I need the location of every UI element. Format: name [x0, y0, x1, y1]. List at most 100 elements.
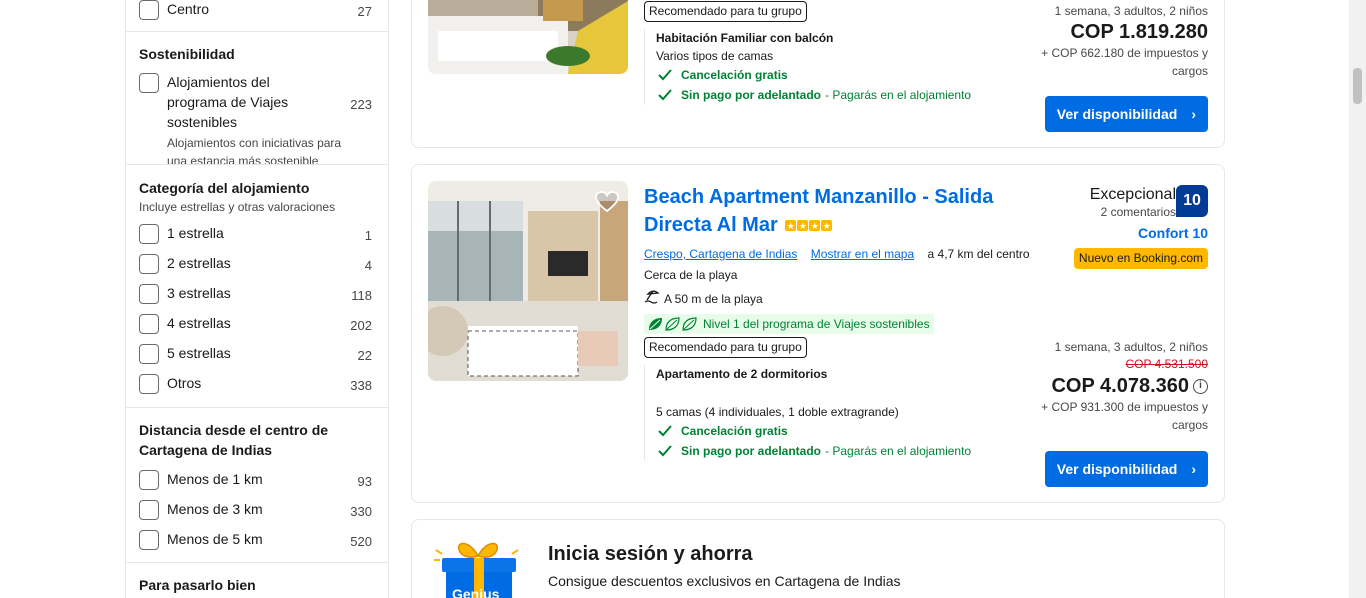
filter-option-label: Menos de 1 km [167, 471, 263, 487]
star-icon: ★ [785, 220, 797, 232]
review-score[interactable]: 10 [1176, 185, 1208, 217]
filter-option-count: 118 [351, 288, 372, 303]
checkbox[interactable] [139, 0, 159, 20]
star-icon: ★ [821, 220, 833, 232]
checkbox[interactable] [139, 73, 159, 93]
property-card-2: Beach Apartment Manzanillo - Salida Dire… [411, 164, 1225, 503]
filter-option-distance-5km[interactable]: Menos de 5 km 520 [139, 529, 372, 559]
perk-free-cancellation: Cancelación gratis [656, 65, 1004, 85]
chevron-right-icon: › [1191, 461, 1196, 477]
filter-option-count: 1 [364, 228, 372, 243]
perk-text: Cancelación gratis [681, 68, 788, 82]
bedroom-photo [428, 0, 628, 74]
wishlist-heart-icon[interactable] [594, 189, 620, 215]
filter-option-2-stars[interactable]: 2 estrellas 4 [139, 253, 372, 283]
filter-option-count: 27 [357, 4, 372, 19]
perk-text: Cancelación gratis [681, 424, 788, 438]
filter-option-count: 338 [350, 378, 372, 393]
genius-signin-banner[interactable]: Genius Inicia sesión y ahorra Consigue d… [411, 519, 1225, 598]
location-link[interactable]: Crespo, Cartagena de Indias [644, 247, 797, 261]
filter-option-count: 223 [350, 97, 372, 112]
recommended-badge: Recomendado para tu grupo [644, 1, 807, 22]
review-summary[interactable]: Excepcional 2 comentarios [1090, 185, 1176, 219]
sustainable-text: Nivel 1 del programa de Viajes sostenibl… [703, 317, 930, 331]
property-photo[interactable] [428, 0, 628, 74]
review-word: Excepcional [1089, 186, 1176, 203]
stay-details: 1 semana, 3 adultos, 2 niños [1054, 340, 1208, 354]
checkbox[interactable] [139, 224, 159, 244]
filter-group-title: Para pasarlo bien [139, 577, 256, 593]
filter-option-label: Centro [167, 1, 210, 17]
checkmark-icon [658, 445, 672, 457]
checkbox[interactable] [139, 374, 159, 394]
room-beds: Varios tipos de camas [656, 49, 774, 63]
filter-option-5-stars[interactable]: 5 estrellas 22 [139, 343, 372, 373]
star-icon: ★ [797, 220, 809, 232]
property-photo[interactable] [428, 181, 628, 381]
checkbox[interactable] [139, 530, 159, 550]
filter-group-title: Distancia desde el centro de Cartagena d… [139, 422, 329, 458]
stay-details: 1 semana, 3 adultos, 2 niños [1054, 4, 1208, 18]
info-icon[interactable]: i [1193, 378, 1208, 394]
filter-group-fun: Para pasarlo bien [126, 562, 388, 598]
filter-option-label: 2 estrellas [167, 255, 231, 271]
filter-option-label: 3 estrellas [167, 285, 231, 301]
filter-group-title: Sostenibilidad [139, 46, 235, 62]
filter-group-title: Categoría del alojamiento [139, 180, 310, 196]
new-on-booking-badge: Nuevo en Booking.com [1073, 248, 1208, 269]
chevron-right-icon: › [1191, 106, 1196, 122]
beach-icon [644, 288, 660, 309]
room-beds: 5 camas (4 individuales, 1 doble extragr… [656, 405, 899, 419]
beach-distance: A 50 m de la playa [644, 288, 1024, 309]
perk-text: Sin pago por adelantado [681, 444, 822, 458]
see-availability-button[interactable]: Ver disponibilidad › [1044, 451, 1208, 487]
star-icon: ★ [809, 220, 821, 232]
filter-option[interactable]: Alojamientos del programa de Viajes sost… [139, 72, 372, 132]
checkbox[interactable] [139, 284, 159, 304]
filter-option-distance-3km[interactable]: Menos de 3 km 330 [139, 499, 372, 529]
genius-gift-icon: Genius [432, 536, 524, 598]
genius-subtitle: Consigue descuentos exclusivos en Cartag… [548, 573, 901, 589]
button-label: Ver disponibilidad [1056, 461, 1178, 477]
beach-distance-text: A 50 m de la playa [664, 291, 763, 306]
filter-group-category: Categoría del alojamiento Incluye estrel… [126, 164, 388, 407]
filter-option-count: 93 [357, 474, 372, 489]
checkbox[interactable] [139, 470, 159, 490]
filter-option-3-stars[interactable]: 3 estrellas 118 [139, 283, 372, 313]
filter-option-label: Menos de 3 km [167, 501, 263, 517]
perk-text: Sin pago por adelantado [681, 88, 822, 102]
room-info: Apartamento de 2 dormitorios 5 camas (4 … [644, 365, 1004, 461]
price: COP 4.078.360 [1051, 375, 1189, 397]
room-title: Apartamento de 2 dormitorios [656, 367, 828, 381]
filter-option-label: 5 estrellas [167, 345, 231, 361]
filter-option-label: Alojamientos del programa de Viajes sost… [167, 74, 289, 130]
near-beach-label: Cerca de la playa [644, 268, 738, 282]
filter-option-label: 4 estrellas [167, 315, 231, 331]
filter-option-distance-1km[interactable]: Menos de 1 km 93 [139, 469, 372, 499]
property-title[interactable]: Beach Apartment Manzanillo - Salida Dire… [644, 183, 1024, 239]
filter-group-distance: Distancia desde el centro de Cartagena d… [126, 407, 388, 562]
checkbox[interactable] [139, 500, 159, 520]
sustainable-badge: Nivel 1 del programa de Viajes sostenibl… [644, 314, 934, 334]
perk-no-prepayment: Sin pago por adelantado - Pagarás en el … [656, 441, 1004, 461]
filter-option-others[interactable]: Otros 338 [139, 373, 372, 403]
checkbox[interactable] [139, 314, 159, 334]
room-title: Habitación Familiar con balcón [656, 31, 834, 45]
price: COP 1.819.280 [1070, 21, 1208, 43]
perk-note: - Pagarás en el alojamiento [825, 88, 972, 102]
page-scrollbar[interactable] [1349, 0, 1366, 598]
scrollbar-thumb[interactable] [1353, 68, 1362, 104]
filter-option[interactable]: Centro 27 [139, 0, 372, 29]
filter-option-1-star[interactable]: 1 estrella 1 [139, 223, 372, 253]
checkbox[interactable] [139, 344, 159, 364]
distance-from-center: a 4,7 km del centro [927, 247, 1030, 261]
filter-option-count: 4 [364, 258, 372, 273]
filter-option-count: 330 [350, 504, 372, 519]
perk-free-cancellation: Cancelación gratis [656, 421, 1004, 441]
review-count: 2 comentarios [1100, 205, 1176, 219]
filter-option-4-stars[interactable]: 4 estrellas 202 [139, 313, 372, 343]
show-on-map-link[interactable]: Mostrar en el mapa [811, 247, 914, 261]
see-availability-button[interactable]: Ver disponibilidad › [1044, 96, 1208, 132]
checkbox[interactable] [139, 254, 159, 274]
leaf-icon [648, 317, 697, 331]
